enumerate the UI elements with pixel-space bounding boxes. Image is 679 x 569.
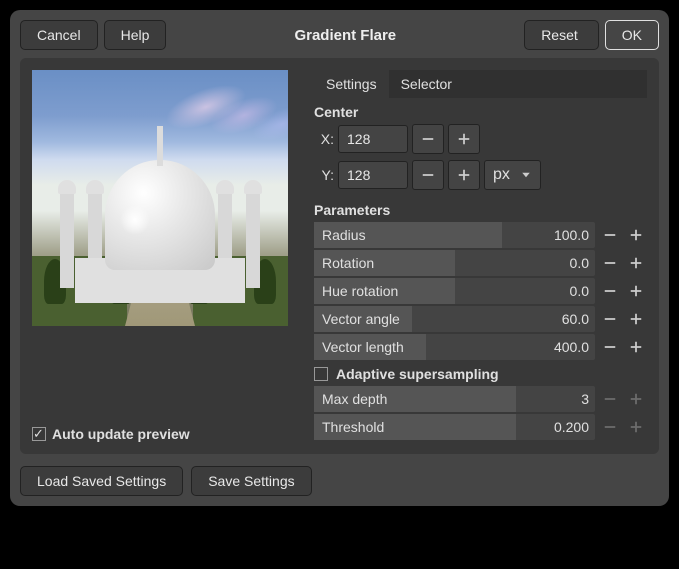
- plus-icon: [629, 420, 643, 434]
- parameters-heading: Parameters: [314, 202, 647, 218]
- minus-icon: [603, 312, 617, 326]
- unit-value: px: [493, 166, 510, 184]
- max-depth-increment: [625, 386, 647, 412]
- rotation-increment[interactable]: [625, 250, 647, 276]
- minus-icon: [603, 256, 617, 270]
- adaptive-checkbox[interactable]: [314, 367, 328, 381]
- plus-icon: [629, 228, 643, 242]
- unit-select[interactable]: px: [484, 160, 541, 190]
- y-increment[interactable]: [448, 160, 480, 190]
- x-row: X:: [314, 124, 647, 154]
- dialog-title: Gradient Flare: [172, 27, 518, 44]
- plus-icon: [629, 312, 643, 326]
- radius-slider[interactable]: Radius 100.0: [314, 222, 595, 248]
- reset-button[interactable]: Reset: [524, 20, 599, 50]
- plus-icon: [629, 340, 643, 354]
- threshold-increment: [625, 414, 647, 440]
- hue-rotation-row: Hue rotation 0.0: [314, 278, 647, 304]
- max-depth-row: Max depth 3: [314, 386, 647, 412]
- minus-icon: [603, 284, 617, 298]
- max-depth-label: Max depth: [314, 391, 387, 407]
- y-input[interactable]: [338, 161, 408, 189]
- auto-update-row: Auto update preview: [32, 412, 302, 442]
- minus-icon: [421, 132, 435, 146]
- adaptive-row: Adaptive supersampling: [314, 366, 647, 382]
- rotation-decrement[interactable]: [599, 250, 621, 276]
- hue-rotation-decrement[interactable]: [599, 278, 621, 304]
- threshold-value: 0.200: [554, 419, 595, 435]
- minus-icon: [603, 392, 617, 406]
- right-column: Settings Selector Center X: Y: px: [314, 70, 647, 442]
- rotation-label: Rotation: [314, 255, 374, 271]
- vector-angle-slider[interactable]: Vector angle 60.0: [314, 306, 595, 332]
- rotation-value: 0.0: [570, 255, 595, 271]
- minus-icon: [603, 228, 617, 242]
- vector-angle-increment[interactable]: [625, 306, 647, 332]
- y-row: Y: px: [314, 160, 647, 190]
- y-decrement[interactable]: [412, 160, 444, 190]
- cancel-button[interactable]: Cancel: [20, 20, 98, 50]
- rotation-slider[interactable]: Rotation 0.0: [314, 250, 595, 276]
- plus-icon: [629, 256, 643, 270]
- footer-bar: Load Saved Settings Save Settings: [20, 466, 659, 496]
- rotation-row: Rotation 0.0: [314, 250, 647, 276]
- adaptive-label: Adaptive supersampling: [336, 366, 499, 382]
- minus-icon: [603, 420, 617, 434]
- max-depth-slider[interactable]: Max depth 3: [314, 386, 595, 412]
- gradient-flare-dialog: Cancel Help Gradient Flare Reset OK: [10, 10, 669, 506]
- max-depth-value: 3: [581, 391, 595, 407]
- center-heading: Center: [314, 104, 647, 120]
- minus-icon: [603, 340, 617, 354]
- x-input[interactable]: [338, 125, 408, 153]
- header-bar: Cancel Help Gradient Flare Reset OK: [20, 20, 659, 50]
- plus-icon: [629, 392, 643, 406]
- tab-selector[interactable]: Selector: [389, 70, 464, 98]
- vector-length-label: Vector length: [314, 339, 404, 355]
- auto-update-checkbox[interactable]: [32, 427, 46, 441]
- vector-angle-row: Vector angle 60.0: [314, 306, 647, 332]
- vector-angle-decrement[interactable]: [599, 306, 621, 332]
- preview-image: [32, 70, 288, 326]
- vector-length-value: 400.0: [554, 339, 595, 355]
- hue-rotation-increment[interactable]: [625, 278, 647, 304]
- load-settings-button[interactable]: Load Saved Settings: [20, 466, 183, 496]
- x-label: X:: [314, 131, 334, 147]
- vector-angle-label: Vector angle: [314, 311, 400, 327]
- vector-length-decrement[interactable]: [599, 334, 621, 360]
- plus-icon: [457, 168, 471, 182]
- max-depth-decrement: [599, 386, 621, 412]
- threshold-label: Threshold: [314, 419, 384, 435]
- minus-icon: [421, 168, 435, 182]
- threshold-decrement: [599, 414, 621, 440]
- radius-row: Radius 100.0: [314, 222, 647, 248]
- vector-angle-value: 60.0: [562, 311, 595, 327]
- threshold-row: Threshold 0.200: [314, 414, 647, 440]
- vector-length-row: Vector length 400.0: [314, 334, 647, 360]
- hue-rotation-value: 0.0: [570, 283, 595, 299]
- plus-icon: [457, 132, 471, 146]
- radius-decrement[interactable]: [599, 222, 621, 248]
- x-decrement[interactable]: [412, 124, 444, 154]
- vector-length-slider[interactable]: Vector length 400.0: [314, 334, 595, 360]
- plus-icon: [629, 284, 643, 298]
- ok-button[interactable]: OK: [605, 20, 659, 50]
- y-label: Y:: [314, 167, 334, 183]
- radius-increment[interactable]: [625, 222, 647, 248]
- dialog-body: Auto update preview Settings Selector Ce…: [20, 58, 659, 454]
- x-increment[interactable]: [448, 124, 480, 154]
- left-column: Auto update preview: [32, 70, 302, 442]
- auto-update-label: Auto update preview: [52, 426, 190, 442]
- save-settings-button[interactable]: Save Settings: [191, 466, 311, 496]
- vector-length-increment[interactable]: [625, 334, 647, 360]
- radius-label: Radius: [314, 227, 366, 243]
- reset-label: Reset: [541, 27, 578, 43]
- help-button[interactable]: Help: [104, 20, 167, 50]
- radius-value: 100.0: [554, 227, 595, 243]
- tab-bar: Settings Selector: [314, 70, 647, 98]
- hue-rotation-label: Hue rotation: [314, 283, 398, 299]
- threshold-slider[interactable]: Threshold 0.200: [314, 414, 595, 440]
- hue-rotation-slider[interactable]: Hue rotation 0.0: [314, 278, 595, 304]
- tab-settings[interactable]: Settings: [314, 70, 389, 98]
- chevron-down-icon: [520, 169, 532, 181]
